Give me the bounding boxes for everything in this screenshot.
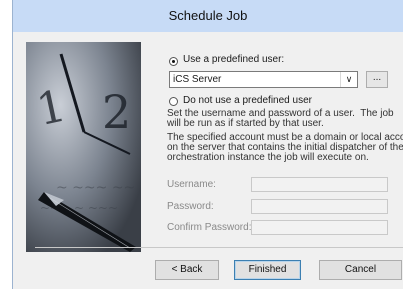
wizard-illustration: 1 2 ~ ~~~ ~~ ~~~ ~ ~~~ <box>26 42 141 252</box>
dialog-body: 1 2 ~ ~~~ ~~ ~~~ ~ ~~~ Use a predefined … <box>13 32 403 289</box>
no-predefined-user-radio[interactable] <box>169 97 178 106</box>
description-line-5: orchestration instance the job will exec… <box>167 152 369 163</box>
window-title: Schedule Job <box>168 8 248 23</box>
confirm-password-field[interactable] <box>251 220 388 235</box>
back-button[interactable]: < Back <box>155 260 219 280</box>
schedule-job-dialog: Schedule Job 1 2 ~ ~~~ ~~ ~~~ ~ ~~~ Use … <box>12 0 403 289</box>
use-predefined-user-label[interactable]: Use a predefined user: <box>183 54 284 65</box>
predefined-user-value: iCS Server <box>173 74 222 85</box>
chevron-down-icon[interactable]: ∨ <box>340 72 357 87</box>
title-bar[interactable]: Schedule Job <box>13 0 403 33</box>
finished-button[interactable]: Finished <box>234 260 301 280</box>
settings-panel: Use a predefined user: iCS Server ∨ ... … <box>151 32 403 272</box>
password-label: Password: <box>167 201 214 212</box>
description-line-2: will be run as if started by that user. <box>167 118 324 129</box>
no-predefined-user-label[interactable]: Do not use a predefined user <box>183 95 312 106</box>
svg-text:~ ~~~ ~~: ~ ~~~ ~~ <box>56 180 135 196</box>
confirm-password-label: Confirm Password: <box>167 222 252 233</box>
svg-text:2: 2 <box>102 85 131 139</box>
button-divider <box>35 247 403 248</box>
username-label: Username: <box>167 179 216 190</box>
cancel-button[interactable]: Cancel <box>319 260 402 280</box>
password-field[interactable] <box>251 199 388 214</box>
use-predefined-user-radio[interactable] <box>169 57 178 66</box>
username-field[interactable] <box>251 177 388 192</box>
clock-and-pen-illustration: 1 2 ~ ~~~ ~~ ~~~ ~ ~~~ <box>26 42 141 252</box>
predefined-user-select[interactable]: iCS Server ∨ <box>169 71 358 88</box>
browse-users-button[interactable]: ... <box>366 71 388 88</box>
